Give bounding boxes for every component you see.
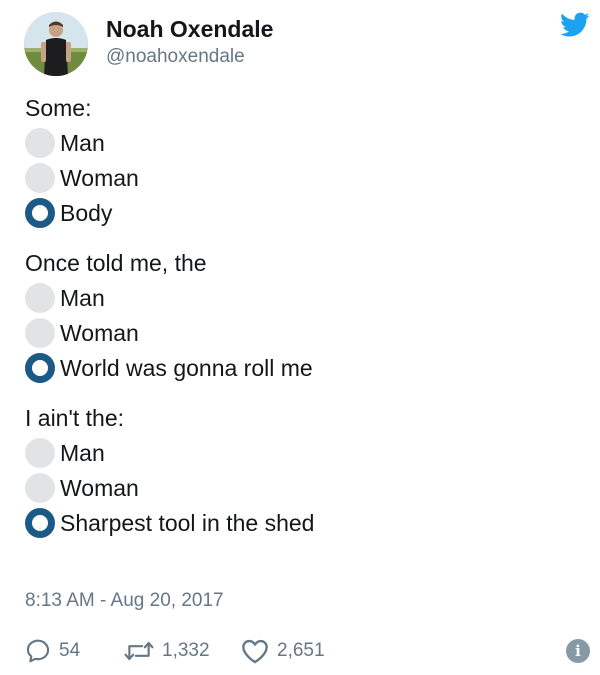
option-man: Man — [25, 281, 585, 316]
heart-icon — [241, 638, 269, 664]
like-button[interactable]: 2,651 — [241, 634, 325, 668]
stanza-2: Once told me, the Man Woman World was go… — [25, 247, 585, 386]
radio-checked-icon — [25, 353, 55, 383]
option-woman: Woman — [25, 316, 585, 351]
info-icon[interactable]: i — [566, 639, 590, 663]
option-selected: Sharpest tool in the shed — [25, 506, 585, 541]
radio-unchecked-icon — [25, 283, 55, 313]
display-name[interactable]: Noah Oxendale — [106, 16, 273, 43]
retweet-count: 1,332 — [162, 640, 210, 661]
radio-unchecked-icon — [25, 128, 55, 158]
radio-unchecked-icon — [25, 473, 55, 503]
retweet-arrows-icon — [124, 638, 154, 664]
tweet-text: Some: Man Woman Body Once told me, the M… — [25, 92, 585, 557]
option-man: Man — [25, 126, 585, 161]
option-label: Woman — [60, 475, 139, 501]
radio-unchecked-icon — [25, 438, 55, 468]
radio-checked-icon — [25, 508, 55, 538]
option-label: World was gonna roll me — [60, 355, 313, 381]
like-count: 2,651 — [277, 640, 325, 661]
reply-count: 54 — [59, 640, 81, 661]
option-label: Man — [60, 285, 105, 311]
option-label: Woman — [60, 320, 139, 346]
option-selected: Body — [25, 196, 585, 231]
option-man: Man — [25, 436, 585, 471]
user-handle[interactable]: @noahoxendale — [106, 46, 245, 68]
option-selected: World was gonna roll me — [25, 351, 585, 386]
tweet-action-bar: 54 1,332 2,651 i — [25, 634, 590, 668]
option-label: Woman — [60, 165, 139, 191]
option-woman: Woman — [25, 471, 585, 506]
tweet-timestamp[interactable]: 8:13 AM - Aug 20, 2017 — [25, 590, 224, 612]
radio-unchecked-icon — [25, 318, 55, 348]
retweet-button[interactable]: 1,332 — [124, 634, 210, 668]
radio-checked-icon — [25, 198, 55, 228]
speech-bubble-icon — [25, 638, 51, 664]
option-label: Sharpest tool in the shed — [60, 510, 315, 536]
option-woman: Woman — [25, 161, 585, 196]
twitter-bird-icon[interactable] — [560, 12, 590, 38]
option-label: Man — [60, 130, 105, 156]
avatar[interactable] — [24, 12, 88, 76]
radio-unchecked-icon — [25, 163, 55, 193]
stanza-intro: Once told me, the — [25, 250, 207, 276]
option-label: Man — [60, 440, 105, 466]
stanza-1: Some: Man Woman Body — [25, 92, 585, 231]
stanza-intro: I ain't the: — [25, 405, 125, 431]
stanza-3: I ain't the: Man Woman Sharpest tool in … — [25, 402, 585, 541]
reply-button[interactable]: 54 — [25, 634, 80, 668]
stanza-intro: Some: — [25, 95, 92, 121]
option-label: Body — [60, 200, 113, 226]
